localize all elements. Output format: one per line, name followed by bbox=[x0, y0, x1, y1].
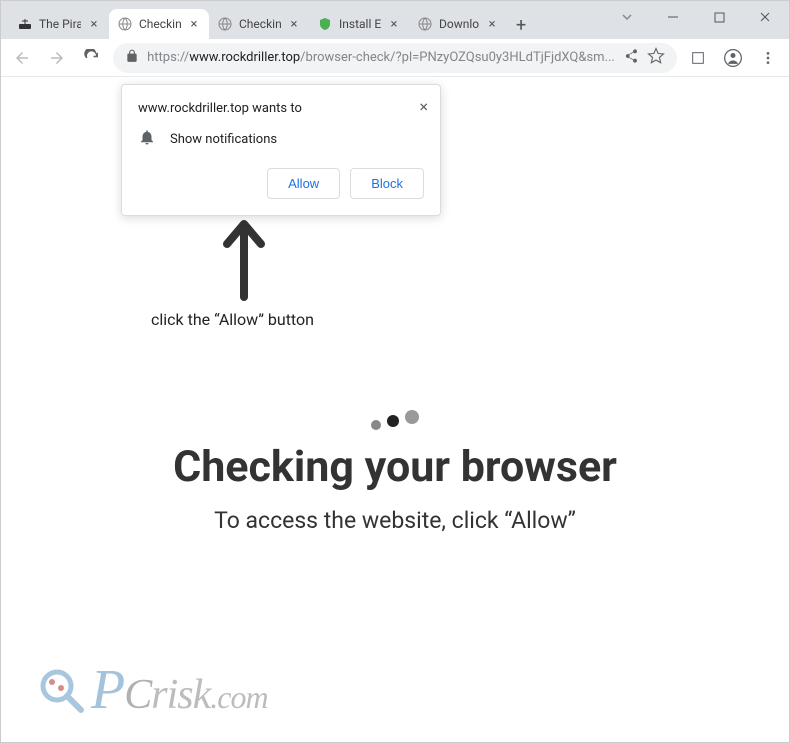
permission-origin: www.rockdriller.top wants to bbox=[138, 101, 424, 116]
reload-button[interactable] bbox=[78, 44, 105, 72]
block-button[interactable]: Block bbox=[350, 168, 424, 199]
lock-icon bbox=[125, 49, 139, 67]
magnifier-icon bbox=[37, 666, 85, 714]
url-text: https://www.rockdriller.top/browser-chec… bbox=[147, 50, 615, 65]
menu-icon[interactable] bbox=[754, 44, 781, 72]
tab-the-pirate[interactable]: The Pira × bbox=[9, 9, 109, 39]
profile-icon[interactable] bbox=[720, 44, 747, 72]
extensions-icon[interactable] bbox=[685, 44, 712, 72]
window-controls bbox=[613, 7, 779, 27]
close-icon[interactable]: × bbox=[485, 17, 499, 32]
allow-button[interactable]: Allow bbox=[267, 168, 340, 199]
minimize-button[interactable] bbox=[659, 7, 687, 27]
loading-spinner bbox=[371, 412, 419, 430]
click-hint-text: click the “Allow” button bbox=[151, 310, 314, 329]
ship-icon bbox=[17, 16, 33, 32]
dropdown-icon[interactable] bbox=[613, 7, 641, 27]
maximize-button[interactable] bbox=[705, 7, 733, 27]
page-content: × www.rockdriller.top wants to Show noti… bbox=[1, 77, 789, 742]
globe-icon bbox=[417, 16, 433, 32]
tab-title: Checkin bbox=[239, 17, 281, 31]
pcrisk-watermark: PCrisk.com bbox=[37, 658, 268, 722]
tab-download[interactable]: Downlo × bbox=[409, 9, 507, 39]
close-icon[interactable]: × bbox=[87, 17, 101, 32]
arrow-up-icon bbox=[219, 212, 269, 302]
globe-icon bbox=[217, 16, 233, 32]
tab-title: The Pira bbox=[39, 17, 81, 31]
share-icon[interactable] bbox=[623, 48, 639, 68]
back-button[interactable] bbox=[9, 44, 36, 72]
notification-permission-prompt: × www.rockdriller.top wants to Show noti… bbox=[121, 84, 441, 216]
tab-checking-active[interactable]: Checkin × bbox=[109, 9, 209, 39]
watermark-text: PCrisk.com bbox=[91, 658, 268, 722]
shield-icon bbox=[317, 16, 333, 32]
new-tab-button[interactable]: + bbox=[507, 11, 535, 39]
star-icon[interactable] bbox=[647, 47, 665, 69]
tab-install[interactable]: Install E × bbox=[309, 9, 409, 39]
close-icon[interactable]: × bbox=[419, 97, 428, 116]
page-heading: Checking your browser bbox=[1, 442, 789, 492]
forward-button[interactable] bbox=[44, 44, 71, 72]
bell-icon bbox=[138, 128, 156, 150]
toolbar: https://www.rockdriller.top/browser-chec… bbox=[1, 39, 789, 77]
tab-title: Downlo bbox=[439, 17, 479, 31]
globe-icon bbox=[117, 16, 133, 32]
permission-request-text: Show notifications bbox=[170, 132, 277, 147]
close-icon[interactable]: × bbox=[387, 17, 401, 32]
close-icon[interactable]: × bbox=[187, 17, 201, 32]
tab-title: Install E bbox=[339, 17, 381, 31]
tab-checking[interactable]: Checkin × bbox=[209, 9, 309, 39]
page-subheading: To access the website, click “Allow” bbox=[1, 507, 789, 534]
address-bar[interactable]: https://www.rockdriller.top/browser-chec… bbox=[113, 43, 677, 73]
tab-title: Checkin bbox=[139, 17, 181, 31]
close-icon[interactable]: × bbox=[287, 17, 301, 32]
close-window-button[interactable] bbox=[751, 7, 779, 27]
